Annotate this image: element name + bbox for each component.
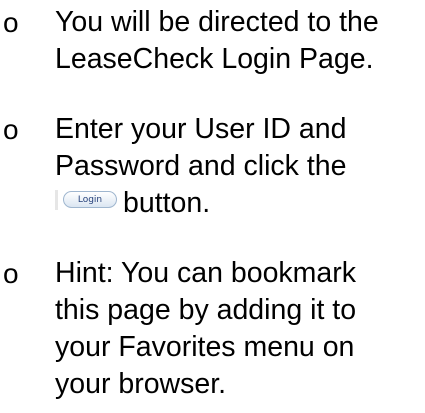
text-line: Enter your User ID and	[55, 113, 347, 145]
text-line: Hint: You can bookmark	[55, 257, 357, 289]
text-line: You will be directed to the	[55, 6, 379, 38]
bullet-icon: o	[3, 7, 19, 38]
button-suffix-text: button.	[123, 187, 211, 219]
text-line: your Favorites menu on	[55, 331, 355, 363]
list-item-text: You will be directed to the LeaseCheck L…	[55, 4, 425, 78]
login-button[interactable]: Login	[55, 190, 119, 211]
instruction-list: o You will be directed to the LeaseCheck…	[0, 0, 425, 413]
text-line: your browser.	[55, 368, 227, 400]
login-button-label: Login	[63, 191, 117, 209]
text-line: Login button.	[55, 185, 425, 222]
bullet-icon: o	[3, 114, 19, 145]
button-edge	[55, 190, 58, 211]
list-item-text: Hint: You can bookmark this page by addi…	[55, 255, 425, 403]
text-line: this page by adding it to	[55, 294, 357, 326]
text-line: LeaseCheck Login Page.	[55, 43, 374, 75]
text-line: Password and click the	[55, 150, 347, 182]
bullet-icon: o	[3, 258, 19, 289]
list-item-text: Enter your User ID and Password and clic…	[55, 111, 425, 222]
